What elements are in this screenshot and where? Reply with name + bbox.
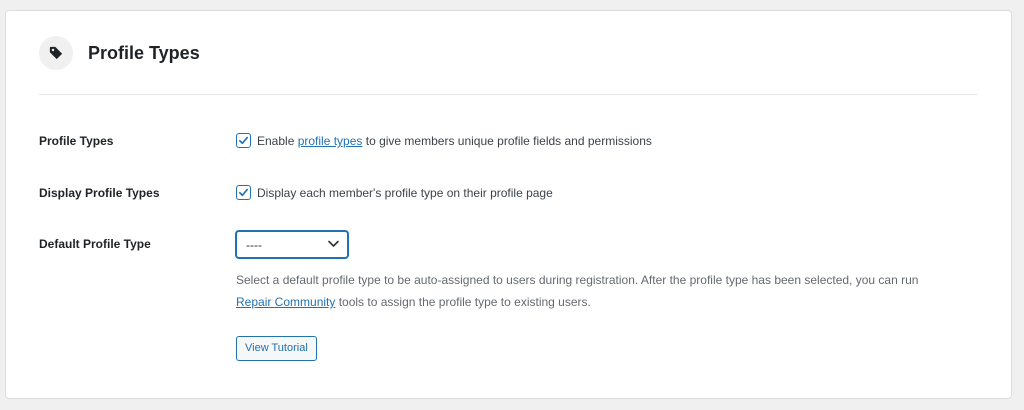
tag-icon bbox=[39, 36, 73, 70]
view-tutorial-button[interactable]: View Tutorial bbox=[236, 336, 317, 361]
profile-types-checkbox[interactable] bbox=[236, 133, 251, 149]
checkmark-icon bbox=[239, 189, 248, 197]
profile-types-text-after: to give members unique profile fields an… bbox=[362, 134, 652, 148]
select-value: ---- bbox=[246, 237, 262, 252]
default-profile-type-label: Default Profile Type bbox=[39, 237, 151, 251]
page-title: Profile Types bbox=[88, 42, 200, 63]
settings-card: Profile Types Profile Types Enable profi… bbox=[5, 10, 1012, 399]
default-profile-type-select[interactable]: ---- bbox=[236, 231, 348, 258]
default-profile-type-field: ---- Select a default profile type to be… bbox=[236, 231, 978, 361]
help-text-line1: Select a default profile type to be auto… bbox=[236, 273, 919, 287]
checkmark-icon bbox=[239, 137, 248, 145]
display-profile-types-label: Display Profile Types bbox=[39, 186, 160, 200]
display-profile-types-checkbox[interactable] bbox=[236, 185, 251, 201]
card-header: Profile Types bbox=[39, 36, 200, 70]
profile-types-text-before: Enable bbox=[257, 134, 298, 148]
default-profile-type-help: Select a default profile type to be auto… bbox=[236, 269, 976, 313]
repair-community-link[interactable]: Repair Community bbox=[236, 295, 335, 309]
header-divider bbox=[39, 94, 978, 95]
profile-types-link[interactable]: profile types bbox=[298, 134, 363, 148]
chevron-down-icon bbox=[328, 240, 339, 247]
display-profile-types-field: Display each member's profile type on th… bbox=[236, 185, 978, 201]
display-profile-types-text: Display each member's profile type on th… bbox=[257, 186, 553, 200]
profile-types-field: Enable profile types to give members uni… bbox=[236, 133, 978, 149]
profile-types-label: Profile Types bbox=[39, 134, 114, 148]
help-text-line2: tools to assign the profile type to exis… bbox=[335, 295, 591, 309]
